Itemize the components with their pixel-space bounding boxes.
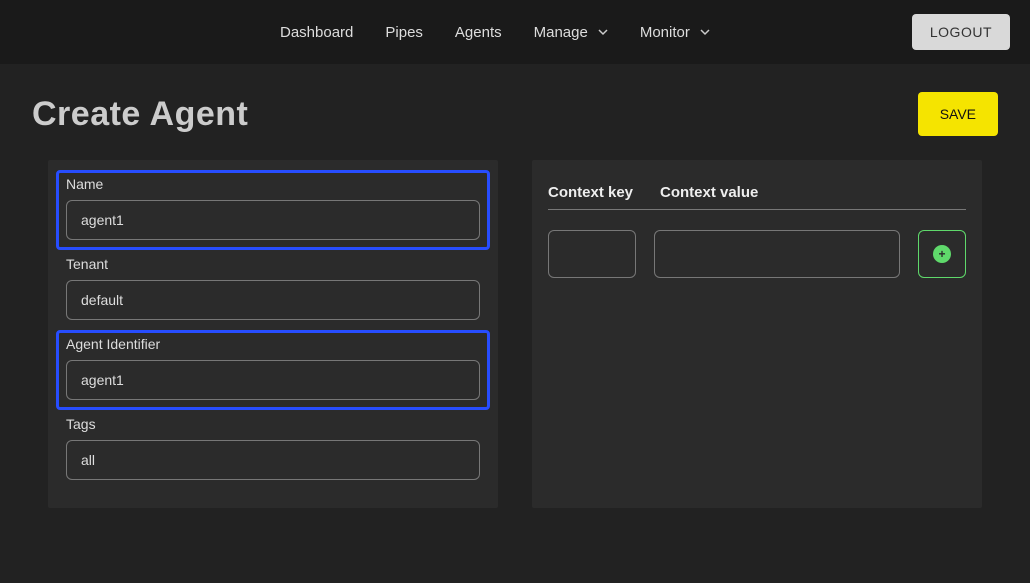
nav-pipes[interactable]: Pipes	[385, 24, 423, 41]
nav-pipes-label: Pipes	[385, 24, 423, 41]
context-row: +	[548, 230, 966, 278]
nav-manage[interactable]: Manage	[534, 24, 608, 41]
nav-monitor[interactable]: Monitor	[640, 24, 710, 41]
nav-agents[interactable]: Agents	[455, 24, 502, 41]
identifier-input[interactable]	[66, 360, 480, 400]
nav-agents-label: Agents	[455, 24, 502, 41]
logout-button[interactable]: LOGOUT	[912, 14, 1010, 50]
identifier-field-block: Agent Identifier	[56, 330, 490, 410]
plus-circle-icon: +	[933, 245, 951, 263]
tags-input[interactable]	[66, 440, 480, 480]
tenant-input[interactable]	[66, 280, 480, 320]
tags-label: Tags	[66, 416, 480, 432]
tenant-label: Tenant	[66, 256, 480, 272]
tags-field-block: Tags	[56, 410, 490, 490]
context-value-input[interactable]	[654, 230, 900, 278]
identifier-label: Agent Identifier	[66, 336, 480, 352]
top-nav: Dashboard Pipes Agents Manage Monitor LO…	[0, 0, 1030, 64]
name-field-block: Name	[56, 170, 490, 250]
name-label: Name	[66, 176, 480, 192]
main-content: Name Tenant Agent Identifier Tags Contex…	[0, 160, 1030, 508]
nav-monitor-label: Monitor	[640, 24, 690, 41]
context-value-header: Context value	[660, 184, 966, 201]
add-context-button[interactable]: +	[918, 230, 966, 278]
context-header-row: Context key Context value	[548, 184, 966, 210]
nav-links: Dashboard Pipes Agents Manage Monitor	[280, 24, 710, 41]
agent-form-panel: Name Tenant Agent Identifier Tags	[48, 160, 498, 508]
chevron-down-icon	[700, 27, 710, 37]
page-title: Create Agent	[32, 95, 248, 134]
name-input[interactable]	[66, 200, 480, 240]
chevron-down-icon	[598, 27, 608, 37]
nav-manage-label: Manage	[534, 24, 588, 41]
nav-dashboard[interactable]: Dashboard	[280, 24, 353, 41]
context-key-header: Context key	[548, 184, 642, 201]
page-header: Create Agent SAVE	[0, 64, 1030, 160]
context-panel: Context key Context value +	[532, 160, 982, 508]
nav-dashboard-label: Dashboard	[280, 24, 353, 41]
save-button[interactable]: SAVE	[918, 92, 998, 136]
tenant-field-block: Tenant	[56, 250, 490, 330]
context-key-input[interactable]	[548, 230, 636, 278]
